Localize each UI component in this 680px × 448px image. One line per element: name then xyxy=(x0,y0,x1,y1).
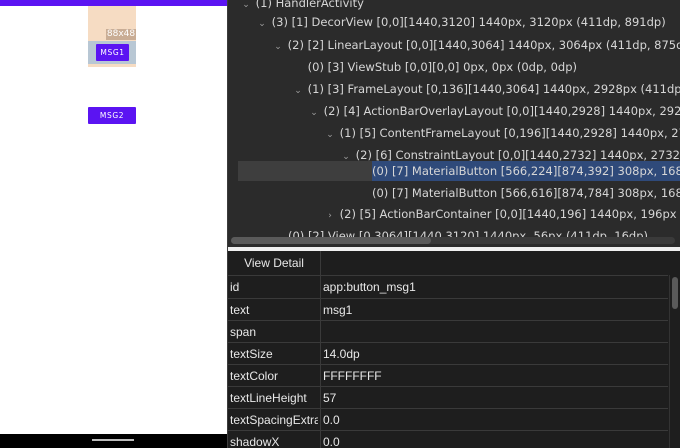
tree-node-actionbaroverlaylayout[interactable]: ⌄ (2) [4] ActionBarOverlayLayout [0,0][1… xyxy=(308,101,680,121)
tree-node-framelayout[interactable]: ⌄ (1) [3] FrameLayout [0,136][1440,3064]… xyxy=(292,79,680,99)
chevron-down-icon[interactable]: ⌄ xyxy=(324,125,336,145)
detail-row-textsize[interactable]: textSize 14.0dp xyxy=(228,342,668,365)
chevron-down-icon[interactable]: ⌄ xyxy=(292,81,304,101)
tree-node-linearlayout[interactable]: ⌄ (2) [2] LinearLayout [0,0][1440,3064] … xyxy=(272,35,680,55)
chevron-down-icon[interactable]: ⌄ xyxy=(240,0,252,15)
device-preview[interactable]: 88x48 MSG1 MSG2 xyxy=(0,0,227,448)
detail-row-textcolor[interactable]: textColor FFFFFFFF xyxy=(228,364,668,387)
detail-row-span[interactable]: span xyxy=(228,320,668,343)
detail-row-text[interactable]: text msg1 xyxy=(228,298,668,321)
tree-node-materialbutton-1[interactable]: (0) [7] MaterialButton [566,224][874,392… xyxy=(238,161,680,181)
tree-node-actionbarcontainer[interactable]: › (2) [5] ActionBarContainer [0,0][1440,… xyxy=(324,204,680,224)
detail-row-textspacingextra[interactable]: textSpacingExtra 0.0 xyxy=(228,408,668,431)
msg1-button[interactable]: MSG1 xyxy=(96,44,129,61)
tree-node-contentframelayout[interactable]: ⌄ (1) [5] ContentFrameLayout [0,196][144… xyxy=(324,123,680,143)
view-detail-header: View Detail xyxy=(228,251,680,275)
detail-row-id[interactable]: id app:button_msg1 xyxy=(228,275,668,298)
navigation-bar xyxy=(0,434,227,448)
tree-node-viewstub[interactable]: (0) [3] ViewStub [0,0][0,0] 0px, 0px (0d… xyxy=(292,57,680,77)
tree-horizontal-scrollbar[interactable] xyxy=(231,237,675,244)
selection-indent xyxy=(238,161,372,181)
view-detail-panel: View Detail id app:button_msg1 text msg1 s… xyxy=(228,251,680,448)
scrollbar-thumb[interactable] xyxy=(231,237,431,244)
chevron-down-icon[interactable]: ⌄ xyxy=(272,37,284,57)
chevron-down-icon[interactable]: ⌄ xyxy=(256,14,268,34)
scrollbar-thumb[interactable] xyxy=(672,277,678,309)
view-hierarchy-tree[interactable]: ⌄ (1) HandlerActivity ⌄ (3) [1] DecorVie… xyxy=(228,0,680,247)
size-badge: 88x48 xyxy=(106,29,136,40)
tree-node-decorview[interactable]: ⌄ (3) [1] DecorView [0,0][1440,3120] 144… xyxy=(256,12,680,32)
tree-node-materialbutton-2[interactable]: (0) [7] MaterialButton [566,616][874,784… xyxy=(372,183,680,203)
detail-row-shadowx[interactable]: shadowX 0.0 xyxy=(228,430,668,448)
chevron-right-icon[interactable]: › xyxy=(324,206,336,226)
detail-vertical-scrollbar[interactable] xyxy=(669,275,680,448)
view-detail-title: View Detail xyxy=(228,251,321,275)
msg2-button[interactable]: MSG2 xyxy=(88,107,136,124)
home-indicator[interactable] xyxy=(92,439,134,441)
detail-row-textlineheight[interactable]: textLineHeight 57 xyxy=(228,386,668,409)
chevron-down-icon[interactable]: ⌄ xyxy=(308,103,320,123)
